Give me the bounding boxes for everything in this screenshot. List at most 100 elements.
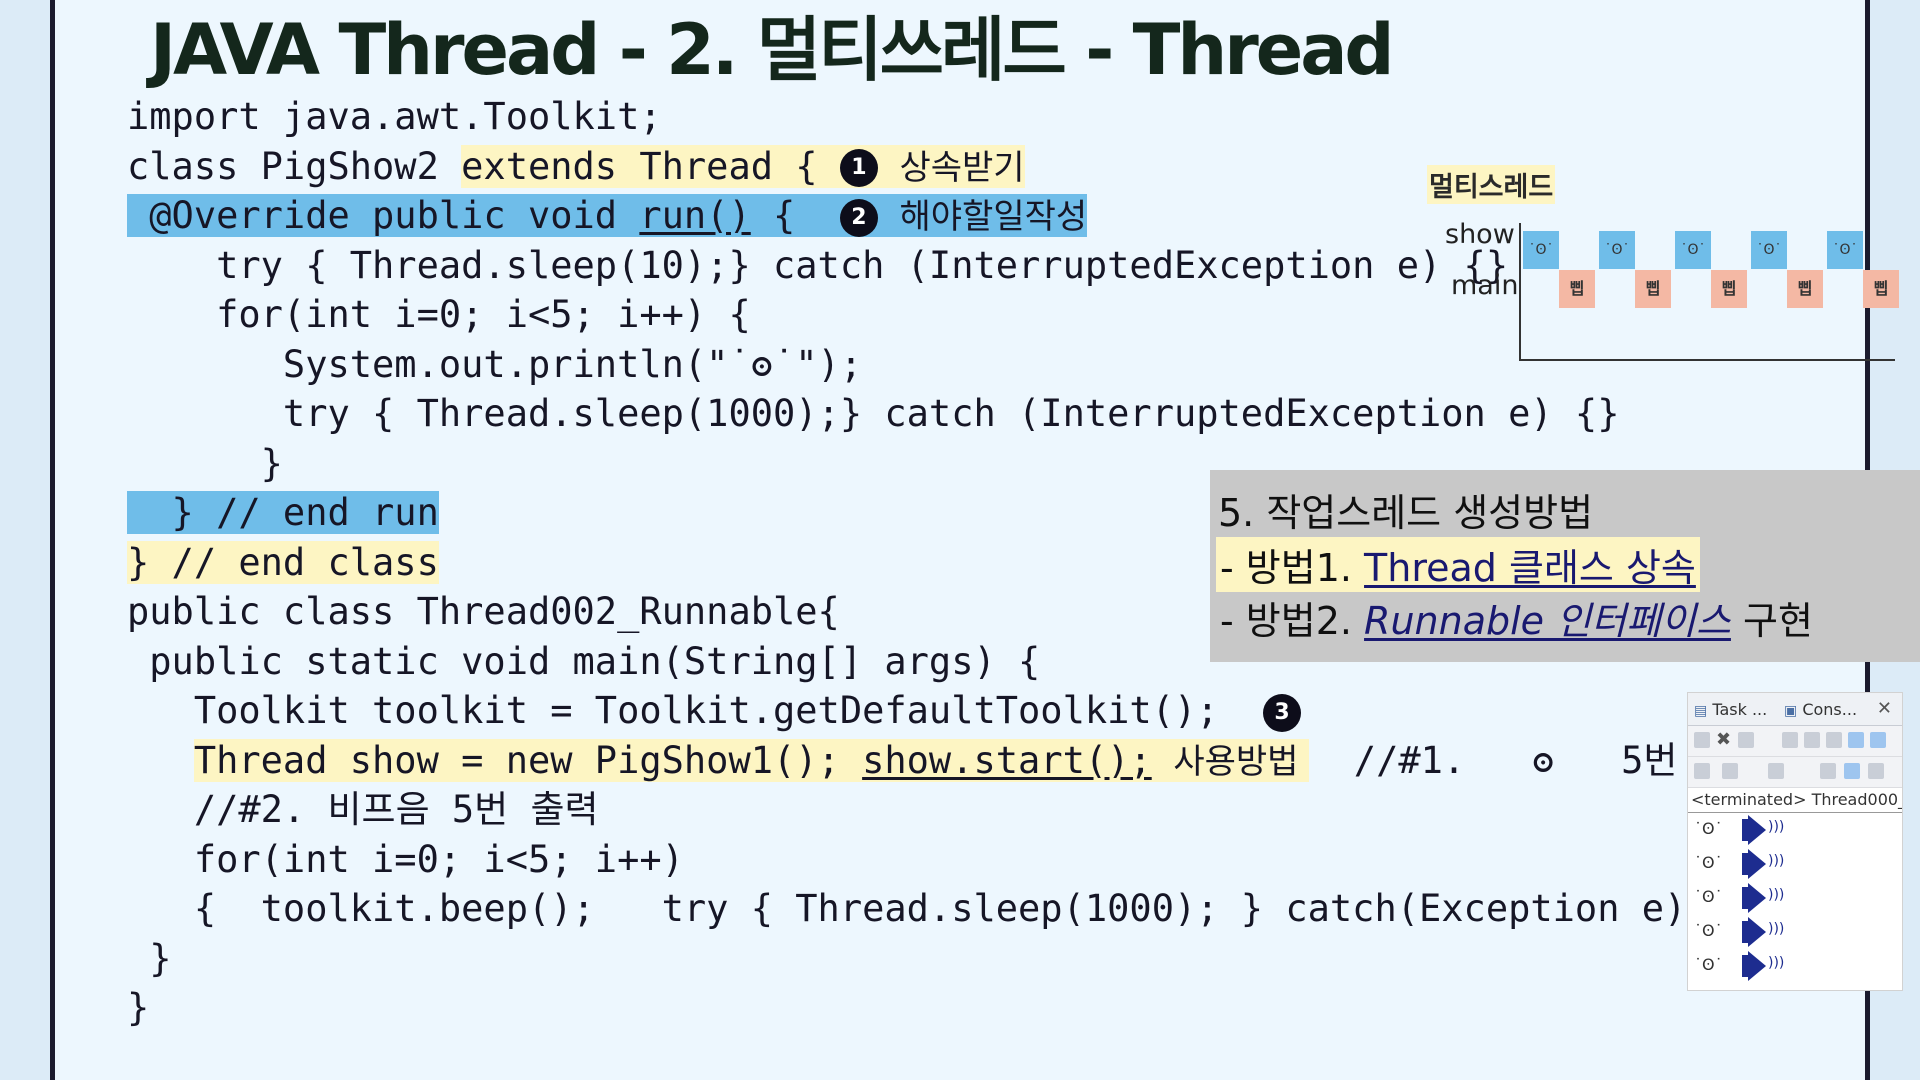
step-badge-2: 2	[839, 198, 878, 237]
gear-icon[interactable]	[1868, 763, 1884, 779]
main-thread-box: 삡	[1711, 270, 1747, 308]
code-text: {	[750, 194, 840, 237]
code-text: //#2. 비프음 5번 출력	[127, 788, 599, 831]
code-text: System.out.println("˙ʘ˙");	[127, 342, 863, 386]
code-line: Thread show = new PigShow1(); show.start…	[127, 736, 1842, 786]
console-row: ˙ʘ˙ )))	[1688, 847, 1902, 881]
tasks-icon: ▤	[1694, 703, 1708, 719]
code-text: import java.awt.Toolkit;	[127, 95, 662, 138]
remove-launch-icon[interactable]: ✖	[1716, 731, 1732, 749]
show-thread-box: ˙ʘ˙	[1751, 231, 1787, 269]
end-class-highlight: } // end class	[127, 540, 439, 584]
remove-all-icon[interactable]	[1738, 732, 1754, 748]
console-icon: ▣	[1784, 703, 1798, 719]
start-call: show.start();	[862, 738, 1152, 782]
console-text: ˙ʘ˙	[1694, 921, 1723, 940]
method-2-suffix: 구현	[1730, 599, 1813, 643]
display-selected-icon[interactable]	[1722, 763, 1738, 779]
override-highlight: @Override public void run() { 2 해야할일작성	[127, 194, 1088, 237]
run-method: run()	[639, 194, 751, 237]
close-icon[interactable]: ✕	[1877, 698, 1892, 719]
code-text: Toolkit toolkit = Toolkit.getDefaultTool…	[127, 689, 1264, 732]
code-line: Toolkit toolkit = Toolkit.getDefaultTool…	[127, 686, 1842, 736]
console-text: ˙ʘ˙	[1694, 853, 1723, 872]
pin-console-icon[interactable]	[1870, 732, 1886, 748]
code-text: try { Thread.sleep(1000);} catch (Interr…	[127, 392, 1620, 435]
clear-console-icon[interactable]	[1782, 732, 1798, 748]
code-line: }	[127, 983, 1842, 1033]
methods-heading: 5. 작업스레드 생성방법	[1218, 491, 1594, 535]
step-badge-1: 1	[839, 149, 878, 187]
copy-icon[interactable]	[1820, 763, 1836, 779]
show-thread-box: ˙ʘ˙	[1827, 231, 1863, 269]
code-text: public static void main(String[] args) {	[127, 639, 1041, 683]
code-text: public class Thread002_Runnable{	[127, 590, 840, 633]
show-thread-box: ˙ʘ˙	[1675, 231, 1711, 269]
tab-console-label: Cons...	[1802, 700, 1858, 719]
lane-label-show: show	[1445, 219, 1515, 250]
code-text: }	[127, 986, 150, 1029]
extends-highlight: extends Thread { 1 상속받기	[461, 144, 1025, 188]
diagram-x-axis	[1519, 359, 1895, 361]
console-screenshot: ▤ Task ... ▣ Cons... ✕ ✖ <terminated> Th…	[1687, 692, 1903, 991]
main-thread-box: 삡	[1863, 270, 1899, 308]
show-console-icon[interactable]	[1848, 732, 1864, 748]
console-text: ˙ʘ˙	[1694, 819, 1723, 838]
code-line: //#2. 비프음 5번 출력	[127, 785, 1842, 835]
code-text: @Override public void	[127, 194, 640, 237]
console-row: ˙ʘ˙ )))	[1688, 881, 1902, 915]
lane-label-main: main	[1451, 270, 1519, 301]
content-panel: JAVA Thread - 2. 멀티쓰레드 - Thread import j…	[50, 0, 1920, 1080]
code-text: try { Thread.sleep(10);} catch (Interrup…	[127, 243, 1509, 287]
code-text: for(int i=0; i<5; i++)	[127, 837, 684, 881]
usage-note: 사용방법	[1151, 741, 1310, 782]
console-text: ˙ʘ˙	[1694, 887, 1723, 906]
code-text: Thread show = new PigShow1();	[193, 738, 863, 782]
method-1-text: Thread 클래스 상속	[1364, 546, 1696, 590]
main-thread-box: 삡	[1635, 270, 1671, 308]
code-text: for(int i=0; i<5; i++) {	[127, 293, 751, 336]
code-line: { toolkit.beep(); try { Thread.sleep(100…	[127, 884, 1842, 934]
usage-highlight: Thread show = new PigShow1(); show.start…	[193, 738, 1310, 782]
tab-tasks-label: Task ...	[1712, 700, 1768, 719]
code-text: class PigShow2	[127, 144, 462, 188]
end-run-highlight: } // end run	[127, 491, 439, 534]
show-thread-box: ˙ʘ˙	[1523, 231, 1559, 269]
todo-note: 해야할일작성	[877, 197, 1088, 237]
console-row: ˙ʘ˙ )))	[1688, 813, 1902, 847]
code-line: import java.awt.Toolkit;	[127, 92, 1842, 142]
code-text: extends Thread {	[461, 144, 840, 188]
code-line: try { Thread.sleep(1000);} catch (Interr…	[127, 389, 1842, 439]
code-line: for(int i=0; i<5; i++)	[127, 835, 1842, 885]
view-tabs: ▤ Task ... ▣ Cons... ✕	[1688, 693, 1902, 726]
console-output: ˙ʘ˙ ))) ˙ʘ˙ ))) ˙ʘ˙ ))) ˙ʘ˙ ))) ˙ʘ˙ )))	[1688, 813, 1902, 983]
main-thread-box: 삡	[1787, 270, 1823, 308]
code-text: }	[127, 441, 283, 485]
slide: JAVA Thread - 2. 멀티쓰레드 - Thread import j…	[0, 0, 1920, 1080]
method-2: - 방법2. Runnable 인터페이스 구현	[1220, 590, 1813, 645]
diagram-y-axis	[1519, 223, 1521, 361]
terminate-icon[interactable]	[1694, 732, 1710, 748]
code-text: }	[127, 936, 172, 980]
code-text: { toolkit.beep(); try { Thread.sleep(100…	[127, 887, 1843, 930]
inherit-note: 상속받기	[877, 147, 1025, 188]
console-status: <terminated> Thread000_	[1688, 788, 1902, 813]
multithread-diagram: 멀티스레드 show main ˙ʘ˙ ˙ʘ˙ ˙ʘ˙ ˙ʘ˙ ˙ʘ˙ 삡 삡 삡 삡 삡	[1425, 165, 1905, 365]
show-thread-box: ˙ʘ˙	[1599, 231, 1635, 269]
method-1: - 방법1. Thread 클래스 상속	[1216, 537, 1700, 592]
console-text: ˙ʘ˙	[1694, 955, 1723, 974]
scroll-lock-icon[interactable]	[1804, 732, 1820, 748]
link-icon[interactable]	[1844, 763, 1860, 779]
word-wrap-icon[interactable]	[1826, 732, 1842, 748]
diagram-title: 멀티스레드	[1427, 165, 1556, 204]
new-console-icon[interactable]	[1768, 763, 1784, 779]
open-console-icon[interactable]	[1694, 763, 1710, 779]
tab-tasks[interactable]: ▤ Task ...	[1694, 700, 1767, 719]
tab-console[interactable]: ▣ Cons...	[1784, 700, 1857, 719]
step-badge-3: 3	[1263, 693, 1302, 732]
console-toolbar-1: ✖	[1688, 726, 1902, 757]
method-2-text: Runnable 인터페이스	[1364, 599, 1731, 643]
main-thread-box: 삡	[1559, 270, 1595, 308]
console-row: ˙ʘ˙ )))	[1688, 949, 1902, 983]
